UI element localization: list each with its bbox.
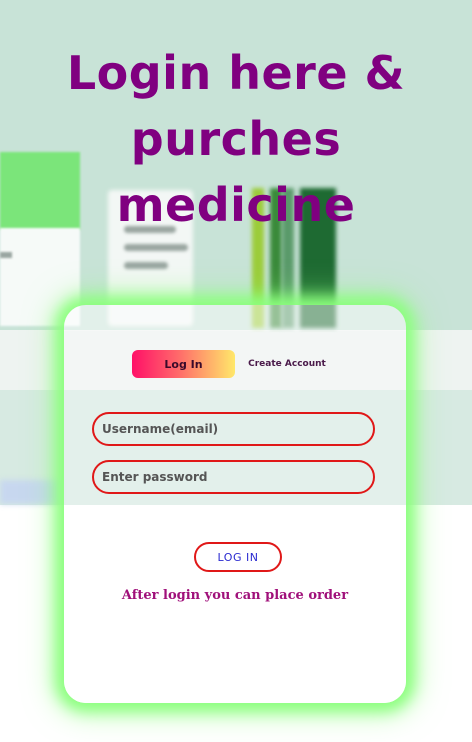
password-input[interactable] — [92, 460, 375, 494]
login-card-bottom — [64, 505, 406, 703]
background-paper-line — [124, 262, 168, 269]
login-button[interactable]: LOG IN — [194, 542, 282, 572]
page-title-line: purches — [130, 112, 342, 166]
login-note: After login you can place order — [121, 588, 349, 603]
background-paper-line — [124, 244, 188, 251]
background-dash — [0, 252, 12, 258]
page-title-line: Login here & — [66, 46, 406, 100]
login-card: Log In Create Account LOG IN After login… — [64, 305, 406, 703]
background-white-card — [0, 228, 80, 326]
tab-login[interactable]: Log In — [132, 350, 235, 378]
username-input[interactable] — [92, 412, 375, 446]
tab-create-account[interactable]: Create Account — [242, 350, 332, 378]
login-card-top — [64, 305, 406, 331]
page-title: Login here & purches medicine — [0, 40, 472, 238]
background-blue-shape — [0, 480, 60, 504]
page-title-line: medicine — [116, 178, 356, 232]
